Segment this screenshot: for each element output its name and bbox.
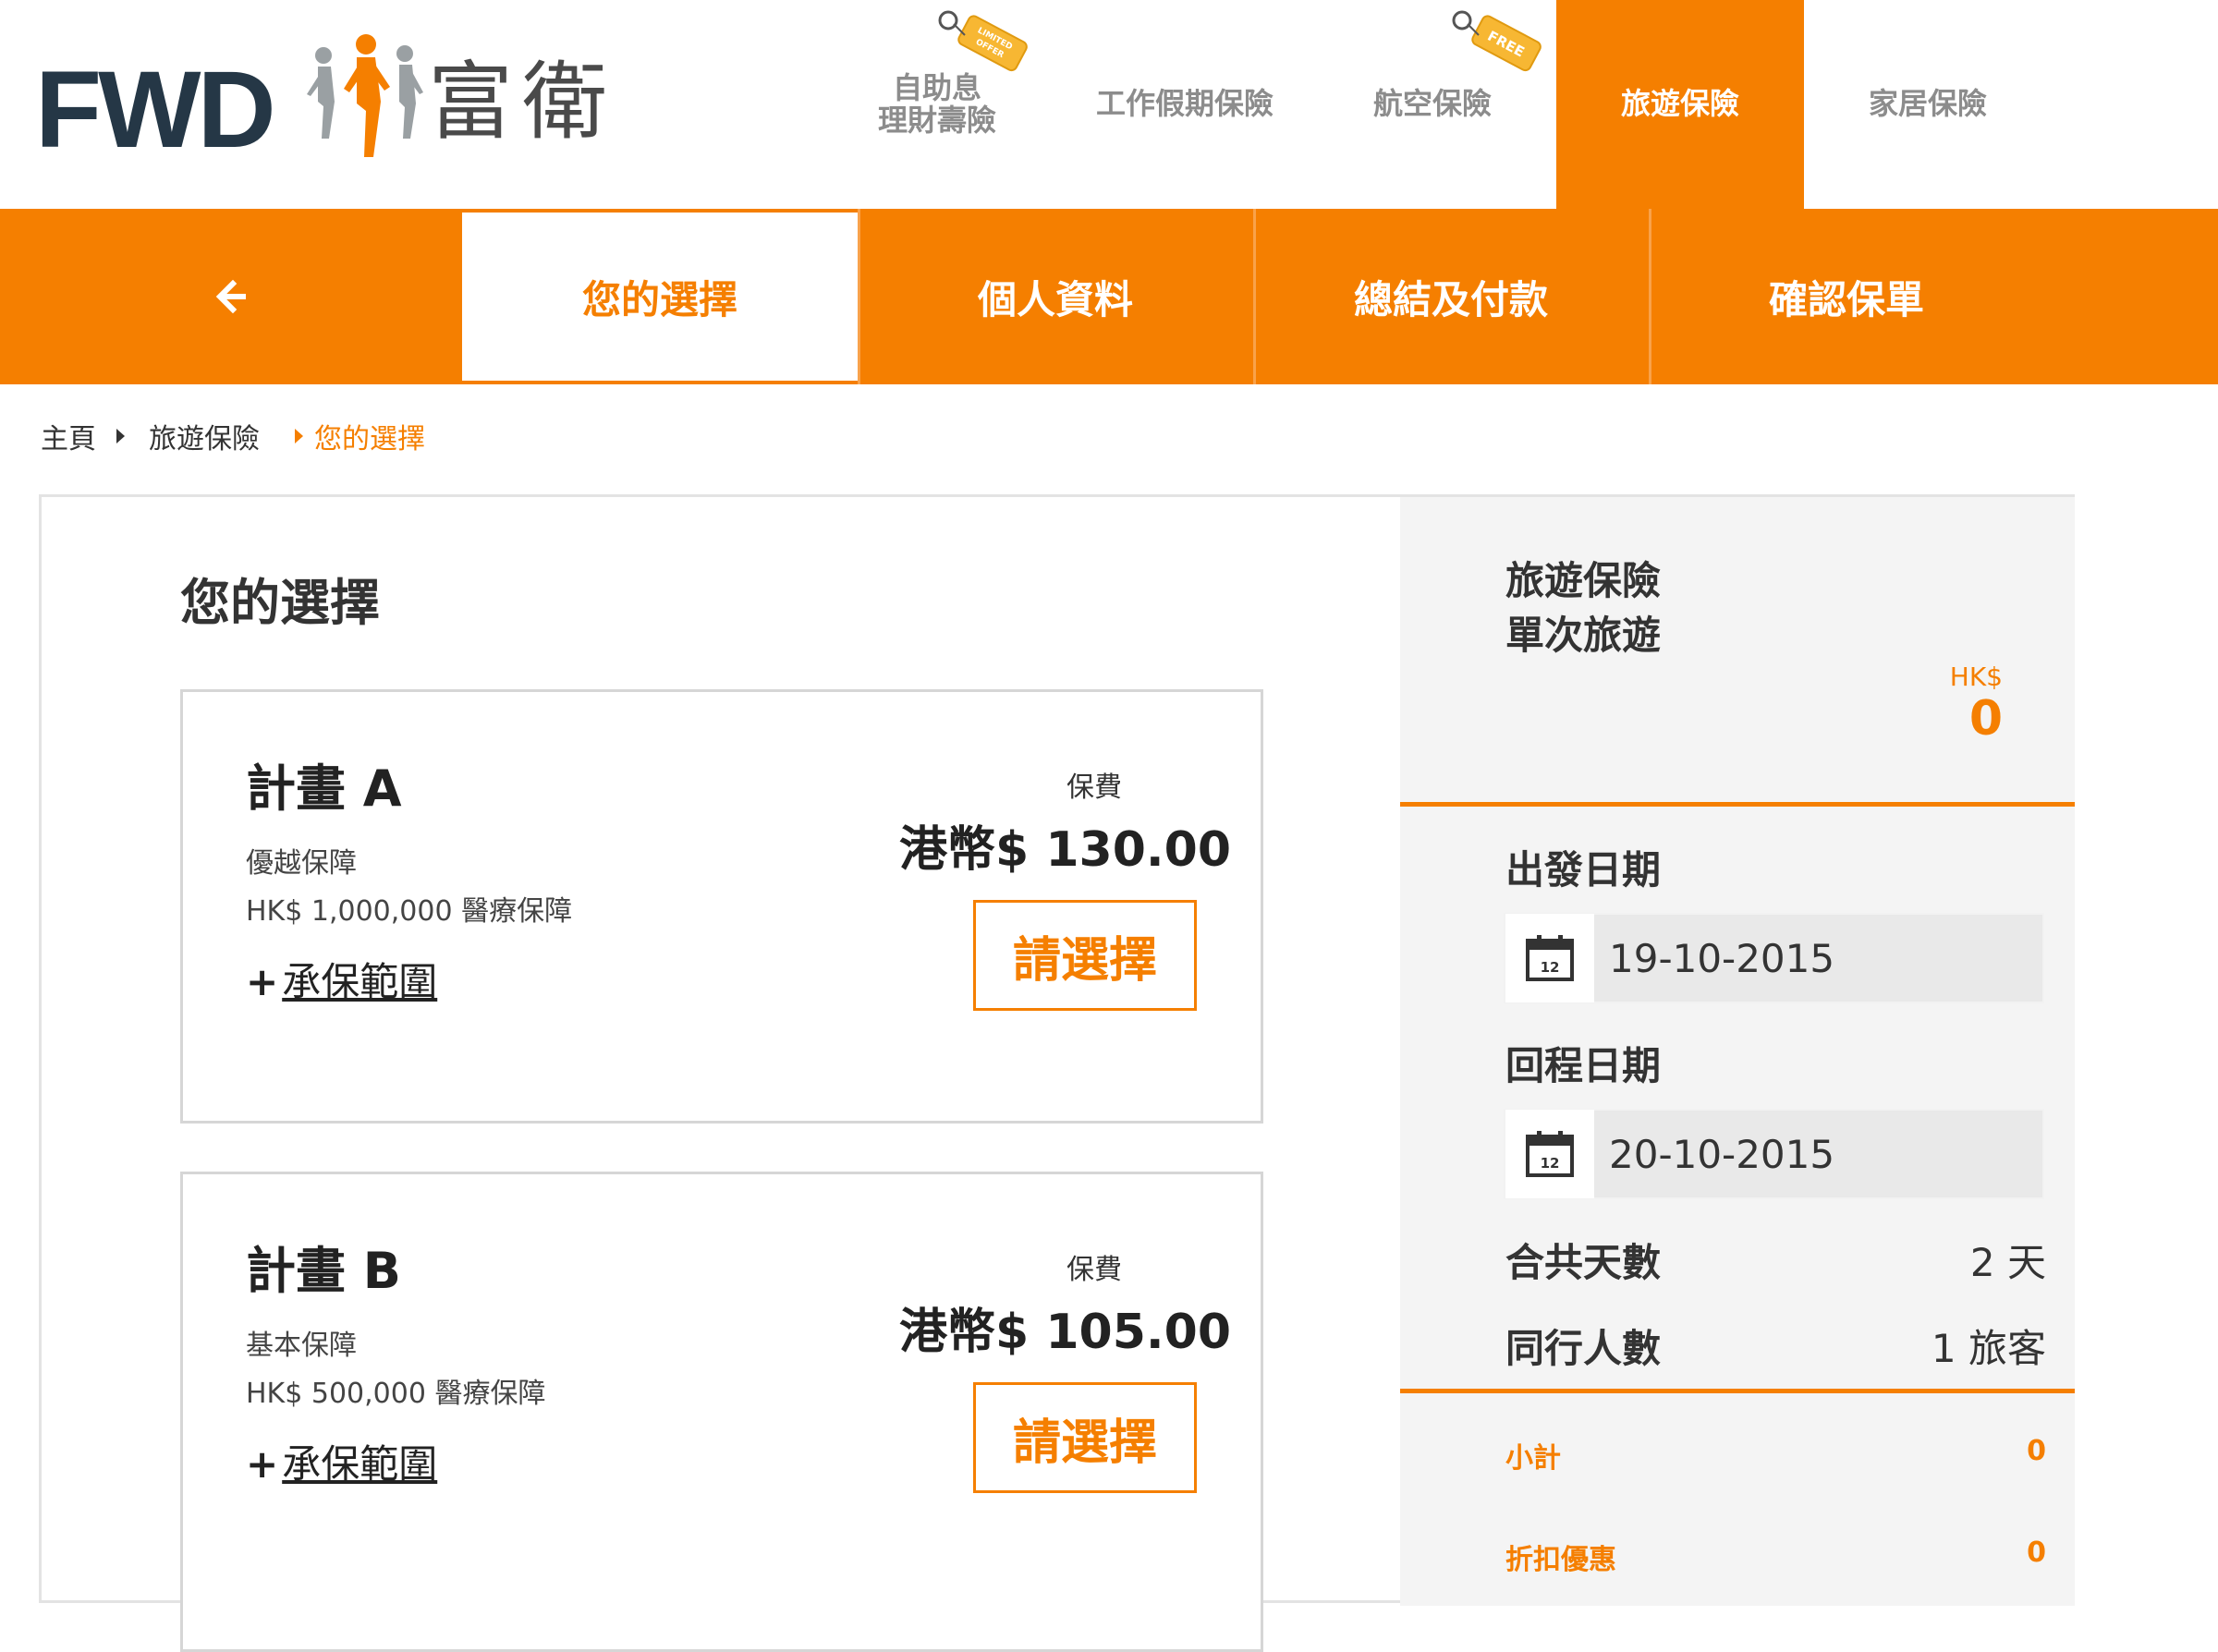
logo-wordmark: FWD (35, 49, 276, 171)
limited-offer-tag-icon: LIMITED OFFER (938, 10, 1028, 72)
breadcrumb-travel[interactable]: 旅遊保險 (149, 416, 260, 456)
coverage-link[interactable]: +承保範圍 (246, 951, 437, 1007)
return-date-label: 回程日期 (1505, 1043, 1662, 1088)
back-button[interactable] (0, 209, 462, 384)
plan-card-a: 計畫 A 優越保障 HK$ 1,000,000 醫療保障 +承保範圍 保費 港幣… (180, 689, 1263, 1124)
plan-tier: 基本保障 (246, 1330, 357, 1362)
premium-amount: 港幣$ 105.00 (899, 1305, 1231, 1360)
plan-name: 計畫 B (246, 1242, 401, 1300)
subtotal-row: 小計 0 (1505, 1435, 2046, 1476)
product-nav: LIMITED OFFER 自助息 理財壽險 工作假期保險 FREE 航空保險 … (813, 0, 2052, 209)
discount-row: 折扣優惠 0 (1505, 1537, 2046, 1577)
summary-currency: HK$ (1949, 662, 2003, 692)
coverage-link-label: 承保範圍 (282, 959, 438, 1004)
discount-value: 0 (2027, 1537, 2046, 1569)
nav-savings-insurance[interactable]: LIMITED OFFER 自助息 理財壽險 (813, 0, 1061, 209)
select-plan-a-button[interactable]: 請選擇 (973, 900, 1197, 1011)
select-plan-b-button[interactable]: 請選擇 (973, 1382, 1197, 1493)
travellers-value: 1 旅客 (1931, 1326, 2046, 1371)
logo-chinese-name: 富衛 (428, 53, 617, 152)
breadcrumb-separator-icon (116, 429, 125, 443)
step-your-choice[interactable]: 您的選擇 (462, 213, 858, 381)
site-header: FWD 富衛 LIMITED OFFER 自助息 理財壽險 工作假期保險 FRE… (0, 0, 2218, 209)
nav-working-holiday-insurance[interactable]: 工作假期保險 (1061, 0, 1309, 209)
nav-travel-insurance[interactable]: 旅遊保險 (1556, 0, 1804, 209)
calendar-icon: 12 (1505, 914, 1594, 1002)
discount-label: 折扣優惠 (1505, 1544, 1616, 1576)
nav-home-insurance[interactable]: 家居保險 (1804, 0, 2052, 209)
breadcrumb: 主頁 旅遊保險 您的選擇 (41, 416, 425, 456)
breadcrumb-current: 您的選擇 (314, 423, 425, 456)
calendar-day: 12 (1541, 959, 1560, 976)
calendar-day: 12 (1541, 1155, 1560, 1172)
total-days-label: 合共天數 (1505, 1240, 1662, 1285)
nav-label: 旅遊保險 (1620, 86, 1739, 122)
summary-trip-type: 單次旅遊 (1505, 612, 1662, 658)
nav-label: 航空保險 (1372, 86, 1492, 122)
summary-divider (1400, 1389, 2075, 1393)
plus-icon: + (246, 1441, 279, 1487)
plan-medical-cover: HK$ 500,000 醫療保障 (246, 1378, 546, 1410)
page-title: 您的選擇 (180, 574, 380, 632)
coverage-link[interactable]: +承保範圍 (246, 1433, 437, 1489)
departure-date-field[interactable]: 12 19-10-2015 (1504, 913, 2044, 1003)
summary-divider (1400, 802, 2075, 807)
total-days-row: 合共天數 2 天 (1505, 1232, 2046, 1288)
fwd-logo[interactable]: FWD 富衛 (35, 18, 627, 176)
departure-date-label: 出發日期 (1505, 847, 1662, 893)
nav-label: 家居保險 (1868, 86, 1987, 122)
summary-title: 旅遊保險 單次旅遊 (1505, 554, 1661, 663)
free-tag-icon: FREE (1452, 10, 1542, 72)
nav-label: 工作假期保險 (1095, 86, 1274, 122)
departure-date-value: 19-10-2015 (1609, 935, 1835, 981)
checkout-steps: 您的選擇 個人資料 總結及付款 確認保單 (0, 209, 2218, 384)
arrow-left-icon (215, 279, 246, 314)
plan-selection-panel: 您的選擇 計畫 A 優越保障 HK$ 1,000,000 醫療保障 +承保範圍 … (39, 494, 2075, 1652)
total-days-value: 2 天 (1969, 1240, 2046, 1285)
plan-name: 計畫 A (246, 759, 402, 818)
premium-label: 保費 (1066, 1254, 1122, 1286)
breadcrumb-separator-icon (295, 429, 303, 443)
plan-card-b: 計畫 B 基本保障 HK$ 500,000 醫療保障 +承保範圍 保費 港幣$ … (180, 1172, 1263, 1652)
travellers-label: 同行人數 (1505, 1326, 1662, 1371)
subtotal-label: 小計 (1505, 1442, 1561, 1475)
runners-icon (307, 34, 423, 157)
plus-icon: + (246, 959, 279, 1004)
coverage-link-label: 承保範圍 (282, 1441, 438, 1487)
premium-label: 保費 (1066, 771, 1122, 804)
calendar-icon: 12 (1505, 1110, 1594, 1198)
return-date-value: 20-10-2015 (1609, 1131, 1835, 1177)
breadcrumb-home[interactable]: 主頁 (41, 416, 96, 456)
premium-amount: 港幣$ 130.00 (899, 822, 1231, 878)
nav-label: 自助息 (892, 69, 981, 105)
step-confirm-policy[interactable]: 確認保單 (1649, 209, 2044, 384)
plan-medical-cover: HK$ 1,000,000 醫療保障 (246, 895, 573, 928)
order-summary: 旅遊保險 單次旅遊 HK$ 0 出發日期 12 19-10-2015 回程日期 (1400, 497, 2075, 1606)
travellers-row: 同行人數 1 旅客 (1505, 1318, 2046, 1374)
nav-flight-insurance[interactable]: FREE 航空保險 (1309, 0, 1556, 209)
nav-label: 理財壽險 (877, 103, 996, 138)
plan-tier: 優越保障 (246, 847, 357, 880)
step-summary-payment[interactable]: 總結及付款 (1253, 209, 1649, 384)
summary-product: 旅遊保險 (1505, 558, 1662, 603)
return-date-field[interactable]: 12 20-10-2015 (1504, 1109, 2044, 1199)
step-personal-info[interactable]: 個人資料 (858, 209, 1253, 384)
summary-total: 0 (1968, 691, 2003, 747)
subtotal-value: 0 (2027, 1435, 2046, 1467)
